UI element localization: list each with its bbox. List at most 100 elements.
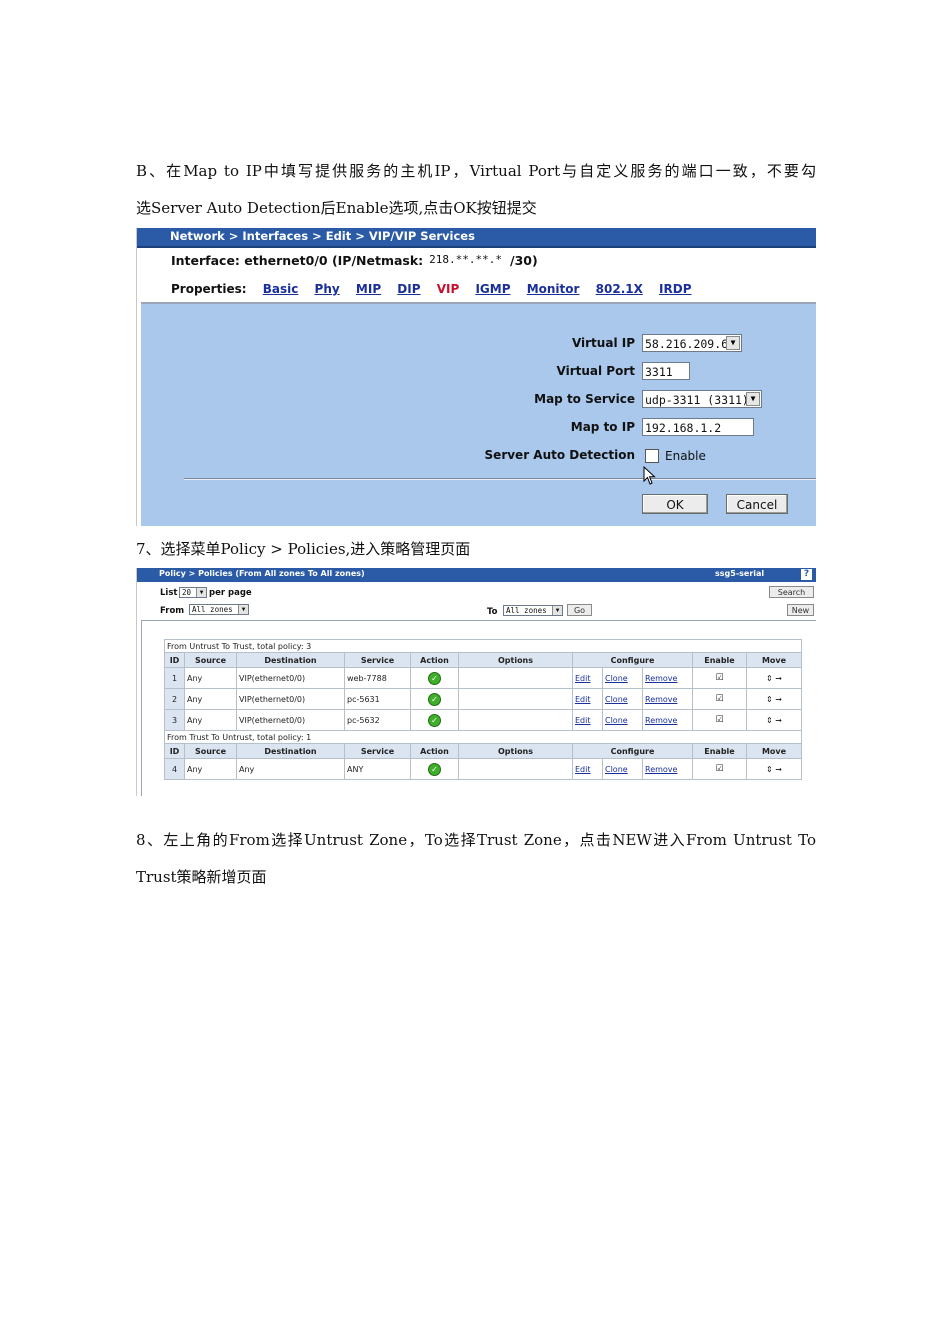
edit-link[interactable]: Edit (575, 765, 591, 774)
row-source: Any (184, 667, 237, 689)
map-service-select[interactable]: udp-3311 (3311) ▼ (642, 390, 762, 408)
remove-link[interactable]: Remove (645, 716, 677, 725)
map-ip-label: Map to IP (570, 420, 635, 434)
col-enable: Enable (692, 743, 747, 759)
group-header-untrust-trust: From Untrust To Trust, total policy: 3 (163, 639, 803, 653)
table-row: 3 Any VIP(ethernet0/0) pc-5632 ✓ Edit Cl… (164, 709, 803, 731)
enable-checkbox[interactable]: ☑ (715, 764, 723, 774)
vip-breadcrumb: Network > Interfaces > Edit > VIP/VIP Se… (170, 229, 475, 243)
tab-irdp[interactable]: IRDP (659, 282, 691, 296)
help-icon[interactable]: ? (801, 569, 812, 580)
edit-link[interactable]: Edit (575, 695, 591, 704)
tab-dip[interactable]: DIP (397, 282, 420, 296)
tab-monitor[interactable]: Monitor (527, 282, 580, 296)
paragraph-8-line1: 8、左上角的From选择Untrust Zone，To选择Trust Zone，… (136, 831, 816, 849)
row-service: ANY (344, 758, 411, 780)
row-id: 3 (164, 709, 185, 731)
tab-igmp[interactable]: IGMP (475, 282, 510, 296)
cancel-button[interactable]: Cancel (726, 494, 788, 514)
col-action: Action (410, 743, 459, 759)
permit-icon: ✓ (428, 692, 441, 706)
col-configure: Configure (572, 743, 693, 759)
chevron-down-icon: ▼ (552, 606, 562, 615)
list-count-select[interactable]: 20 ▼ (179, 587, 207, 598)
move-updown-icon[interactable]: ⇕ (766, 674, 773, 683)
enable-checkbox[interactable]: ☑ (715, 715, 723, 725)
col-options: Options (458, 743, 573, 759)
paragraph-8-line2: Trust策略新增页面 (136, 868, 267, 886)
remove-link[interactable]: Remove (645, 674, 677, 683)
to-zone-select[interactable]: All zones ▼ (503, 605, 563, 616)
col-options: Options (458, 652, 573, 668)
table-row: 2 Any VIP(ethernet0/0) pc-5631 ✓ Edit Cl… (164, 688, 803, 710)
new-button[interactable]: New (787, 604, 814, 616)
row-action: ✓ (410, 709, 459, 731)
move-updown-icon[interactable]: ⇕ (766, 695, 773, 704)
row-destination: VIP(ethernet0/0) (236, 688, 345, 710)
edit-link[interactable]: Edit (575, 674, 591, 683)
clone-link[interactable]: Clone (605, 674, 628, 683)
row-destination: Any (236, 758, 345, 780)
edit-link[interactable]: Edit (575, 716, 591, 725)
row-options (458, 758, 573, 780)
paragraph-b-line2: 选Server Auto Detection后Enable选项,点击OK按钮提交 (136, 199, 537, 217)
col-service: Service (344, 652, 411, 668)
row-options (458, 709, 573, 731)
virtual-port-input[interactable]: 3311 (642, 362, 690, 380)
row-options (458, 667, 573, 689)
chevron-down-icon: ▼ (196, 588, 206, 597)
move-arrow-icon[interactable]: ➞ (775, 716, 782, 725)
row-action: ✓ (410, 667, 459, 689)
to-zone-value: All zones (506, 606, 547, 615)
go-button[interactable]: Go (567, 604, 592, 616)
enable-checkbox[interactable]: ☑ (715, 673, 723, 683)
move-arrow-icon[interactable]: ➞ (775, 695, 782, 704)
auto-detect-checkbox[interactable] (645, 449, 659, 463)
clone-link[interactable]: Clone (605, 765, 628, 774)
properties-tabs: Properties: Basic Phy MIP DIP VIP IGMP M… (171, 282, 692, 296)
clone-link[interactable]: Clone (605, 695, 628, 704)
map-ip-input[interactable]: 192.168.1.2 (642, 418, 754, 436)
remove-link[interactable]: Remove (645, 695, 677, 704)
col-action: Action (410, 652, 459, 668)
col-service: Service (344, 743, 411, 759)
col-id: ID (164, 743, 185, 759)
row-id: 4 (164, 758, 185, 780)
map-service-value: udp-3311 (3311) (645, 393, 749, 407)
col-destination: Destination (236, 652, 345, 668)
group-title: From Trust To Untrust, total policy: 1 (163, 730, 803, 744)
col-source: Source (184, 743, 237, 759)
move-arrow-icon[interactable]: ➞ (775, 765, 782, 774)
remove-link[interactable]: Remove (645, 765, 677, 774)
vip-services-screenshot: Network > Interfaces > Edit > VIP/VIP Se… (136, 228, 816, 526)
from-zone-select[interactable]: All zones ▼ (189, 604, 249, 615)
search-button[interactable]: Search (769, 586, 814, 598)
row-service: pc-5632 (344, 709, 411, 731)
chevron-down-icon: ▼ (726, 336, 740, 350)
col-source: Source (184, 652, 237, 668)
from-label: From (160, 606, 185, 616)
col-id: ID (164, 652, 185, 668)
clone-link[interactable]: Clone (605, 716, 628, 725)
tab-basic[interactable]: Basic (263, 282, 299, 296)
interface-mask-suffix: /30) (510, 253, 538, 268)
permit-icon: ✓ (428, 713, 441, 727)
auto-detect-label: Server Auto Detection (484, 448, 635, 462)
tab-mip[interactable]: MIP (356, 282, 381, 296)
virtual-ip-value: 58.216.209.6 (645, 337, 729, 351)
move-updown-icon[interactable]: ⇕ (766, 765, 773, 774)
enable-checkbox[interactable]: ☑ (715, 694, 723, 704)
move-updown-icon[interactable]: ⇕ (766, 716, 773, 725)
col-move: Move (745, 652, 803, 668)
tab-phy[interactable]: Phy (315, 282, 340, 296)
paragraph-b-line1: B、在Map to IP中填写提供服务的主机IP，Virtual Port与自定… (136, 162, 816, 180)
row-action: ✓ (410, 688, 459, 710)
tab-vip[interactable]: VIP (437, 282, 460, 296)
row-destination: VIP(ethernet0/0) (236, 709, 345, 731)
tab-8021x[interactable]: 802.1X (596, 282, 643, 296)
col-destination: Destination (236, 743, 345, 759)
properties-label: Properties: (171, 282, 247, 296)
move-arrow-icon[interactable]: ➞ (775, 674, 782, 683)
ok-button[interactable]: OK (642, 494, 708, 514)
virtual-ip-select[interactable]: 58.216.209.6 ▼ (642, 334, 742, 352)
